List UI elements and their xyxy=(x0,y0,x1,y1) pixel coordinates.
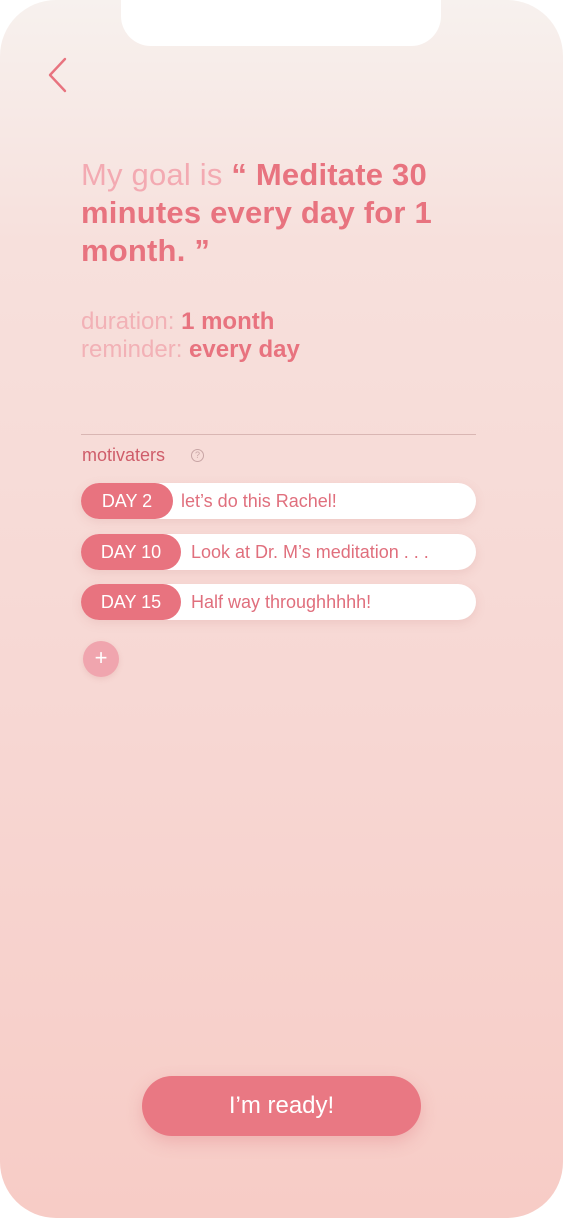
motivaters-title: motivaters xyxy=(82,445,166,465)
back-button[interactable] xyxy=(44,56,74,94)
device-notch xyxy=(121,0,441,46)
motivater-message: let’s do this Rachel! xyxy=(181,491,337,511)
reminder-value: every day xyxy=(189,336,300,363)
motivater-message: Half way throughhhhh! xyxy=(191,592,372,612)
goal-statement: My goal is “ Meditate 30 minutes every d… xyxy=(81,156,491,270)
section-divider xyxy=(81,434,476,435)
reminder-label: reminder: xyxy=(81,336,183,363)
chevron-left-icon xyxy=(48,57,67,93)
goal-details: duration: 1 month reminder: every day xyxy=(81,308,481,364)
motivater-item[interactable]: DAY 2 let’s do this Rachel! xyxy=(81,483,476,519)
motivater-message: Look at Dr. M’s meditation . . . xyxy=(191,542,429,562)
motivater-item[interactable]: DAY 10 Look at Dr. M’s meditation . . . xyxy=(81,534,476,570)
day-badge: DAY 2 xyxy=(81,483,173,519)
reminder-row: reminder: every day xyxy=(81,336,481,364)
add-motivater-button[interactable]: + xyxy=(83,641,119,677)
duration-label: duration: xyxy=(81,308,175,335)
day-badge: DAY 15 xyxy=(81,584,181,620)
duration-row: duration: 1 month xyxy=(81,308,481,336)
help-icon[interactable]: ? xyxy=(191,449,204,462)
motivater-item[interactable]: DAY 15 Half way throughhhhh! xyxy=(81,584,476,620)
duration-value: 1 month xyxy=(181,308,275,335)
day-badge: DAY 10 xyxy=(81,534,181,570)
goal-lead: My goal is xyxy=(81,157,232,192)
im-ready-button[interactable]: I’m ready! xyxy=(142,1076,421,1136)
phone-screen: My goal is “ Meditate 30 minutes every d… xyxy=(0,0,563,1218)
